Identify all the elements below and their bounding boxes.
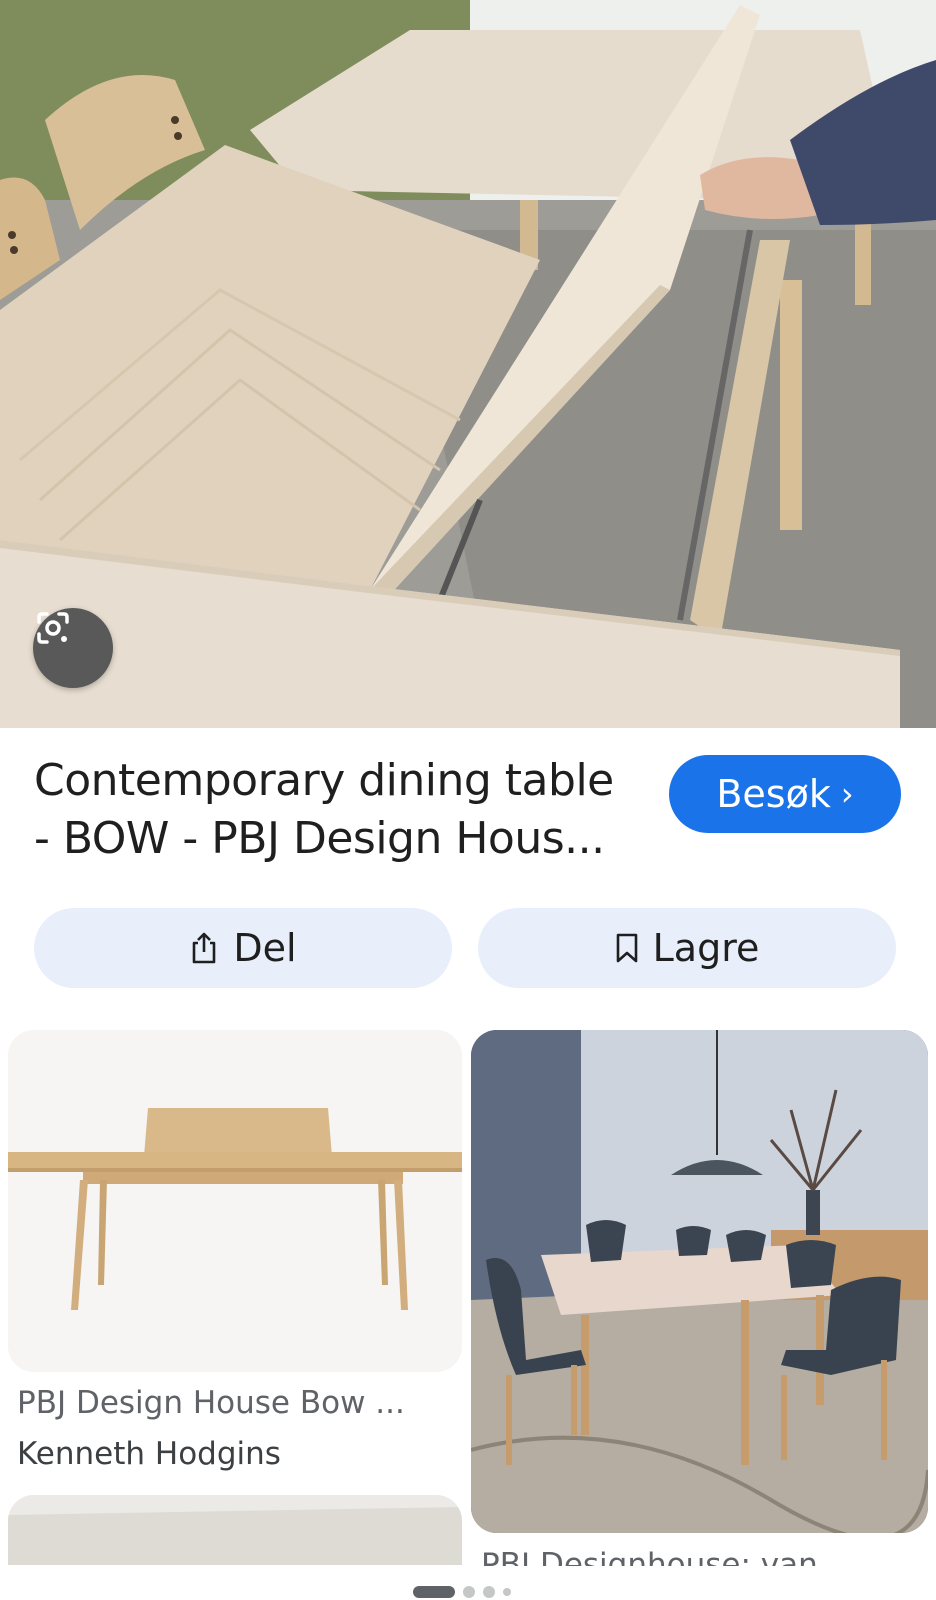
result-title[interactable]: Contemporary dining table - BOW - PBJ De… — [34, 752, 644, 868]
related-title-1[interactable]: PBJ Design House Bow ... — [17, 1385, 457, 1421]
result-title-line-2: - BOW - PBJ Design Hous... — [34, 813, 605, 864]
dining-room-photo — [471, 1030, 928, 1533]
visit-button-label: Besøk — [716, 772, 831, 816]
table-product-photo — [8, 1030, 462, 1372]
hero-table-photo — [0, 0, 936, 728]
page-dot — [503, 1588, 511, 1596]
page-dot — [463, 1586, 475, 1598]
page-indicator — [413, 1585, 511, 1599]
page-dot — [483, 1586, 495, 1598]
save-button-label: Lagre — [652, 926, 760, 970]
bookmark-icon — [616, 933, 637, 963]
share-button[interactable]: Del — [34, 908, 452, 988]
related-title-2[interactable]: PBJ Designhouse: van — [481, 1546, 911, 1566]
related-image-1[interactable] — [8, 1030, 462, 1372]
hero-image[interactable] — [0, 0, 936, 728]
share-button-label: Del — [233, 926, 297, 970]
related-image-2[interactable] — [471, 1030, 928, 1533]
related-source-1: Kenneth Hodgins — [17, 1436, 281, 1472]
table-edge-photo — [8, 1495, 462, 1565]
google-lens-button[interactable] — [33, 608, 113, 688]
share-icon — [193, 932, 216, 964]
result-title-line-1: Contemporary dining table — [34, 755, 614, 806]
google-lens-icon — [37, 612, 69, 644]
related-image-3[interactable] — [8, 1495, 462, 1565]
save-button[interactable]: Lagre — [478, 908, 896, 988]
visit-button[interactable]: Besøk › — [669, 755, 901, 833]
page-dot-active — [413, 1586, 455, 1598]
chevron-right-icon: › — [840, 775, 854, 813]
